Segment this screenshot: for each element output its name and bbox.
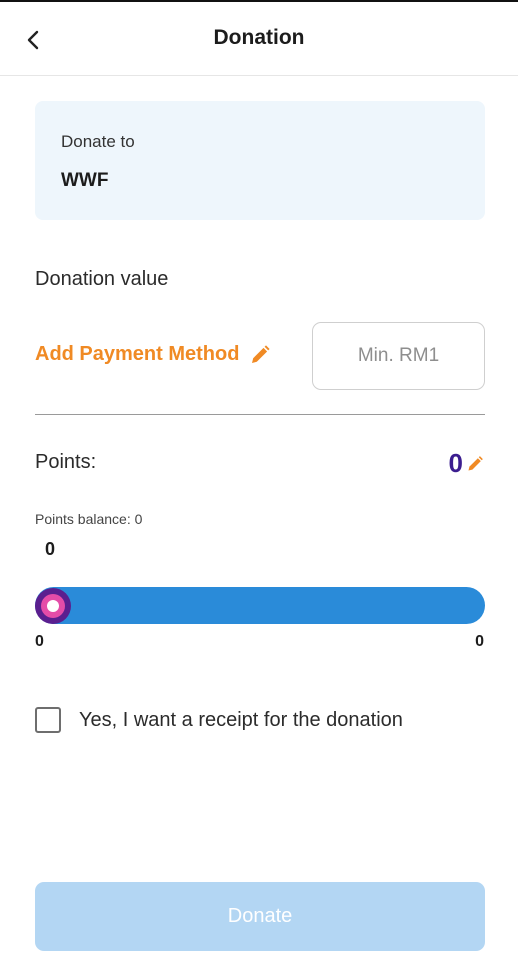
slider-current-value: 0 [45,539,56,559]
points-value: 0 [448,448,463,478]
add-payment-method-label: Add Payment Method [35,343,240,365]
points-label: Points: [35,451,97,473]
points-slider-thumb[interactable] [35,588,71,624]
slider-min-label: 0 [35,633,44,650]
top-app-bar: Donation [0,0,518,76]
receipt-label: Yes, I want a receipt for the donation [79,708,403,731]
pencil-icon [468,455,483,471]
donation-amount-input[interactable] [323,345,474,367]
points-edit-button[interactable]: 0 [449,448,484,479]
points-slider-track[interactable] [35,587,485,624]
donation-value-label: Donation value [35,268,169,290]
pencil-icon [252,344,271,363]
divider [35,414,485,415]
donate-to-label: Donate to [61,132,135,151]
donate-button[interactable]: Donate [35,882,485,951]
points-balance: Points balance: 0 [35,511,143,527]
donation-amount-field[interactable] [312,322,485,390]
receipt-checkbox[interactable] [35,707,61,733]
recipient-card: Donate to WWF [35,101,485,220]
receipt-option[interactable]: Yes, I want a receipt for the donation [35,707,403,733]
page-title: Donation [213,26,305,49]
donate-button-label: Donate [227,905,293,927]
slider-max-label: 0 [475,633,484,650]
recipient-name: WWF [61,170,109,191]
add-payment-method-button[interactable]: Add Payment Method [35,343,271,366]
